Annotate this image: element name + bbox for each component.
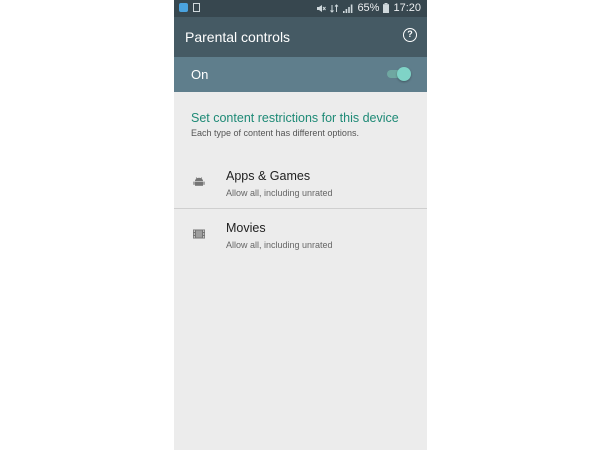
section-subtitle: Each type of content has different optio… (191, 128, 359, 138)
item-title: Apps & Games (226, 169, 311, 183)
battery-icon (383, 3, 390, 13)
clipboard-notification-icon (193, 3, 200, 12)
list-item-movies[interactable]: Movies Allow all, including unrated (174, 209, 427, 261)
item-subtitle: Allow all, including unrated (226, 188, 333, 198)
page-title: Parental controls (185, 29, 291, 45)
music-notification-icon (179, 3, 188, 12)
item-title: Movies (226, 221, 266, 235)
data-arrows-icon (330, 3, 339, 13)
status-bar: 65% 17:20 (174, 0, 427, 17)
switch-label: On (191, 67, 209, 82)
signal-icon (343, 4, 353, 13)
clock: 17:20 (393, 2, 421, 14)
mute-icon (317, 4, 327, 12)
list-item-apps-games[interactable]: Apps & Games Allow all, including unrate… (174, 157, 427, 209)
toolbar: Parental controls ? (174, 17, 427, 57)
help-circle-icon[interactable]: ? (403, 28, 417, 42)
toggle-thumb (397, 67, 411, 81)
parental-controls-toggle[interactable] (387, 67, 411, 81)
section-title: Set content restrictions for this device (191, 111, 399, 125)
phone-screen: 65% 17:20 Parental controls ? On Set con… (174, 0, 427, 450)
battery-percent: 65% (357, 2, 380, 14)
android-icon (193, 177, 205, 186)
item-subtitle: Allow all, including unrated (226, 240, 333, 250)
film-icon (193, 229, 205, 239)
master-switch-bar[interactable]: On (174, 57, 427, 92)
